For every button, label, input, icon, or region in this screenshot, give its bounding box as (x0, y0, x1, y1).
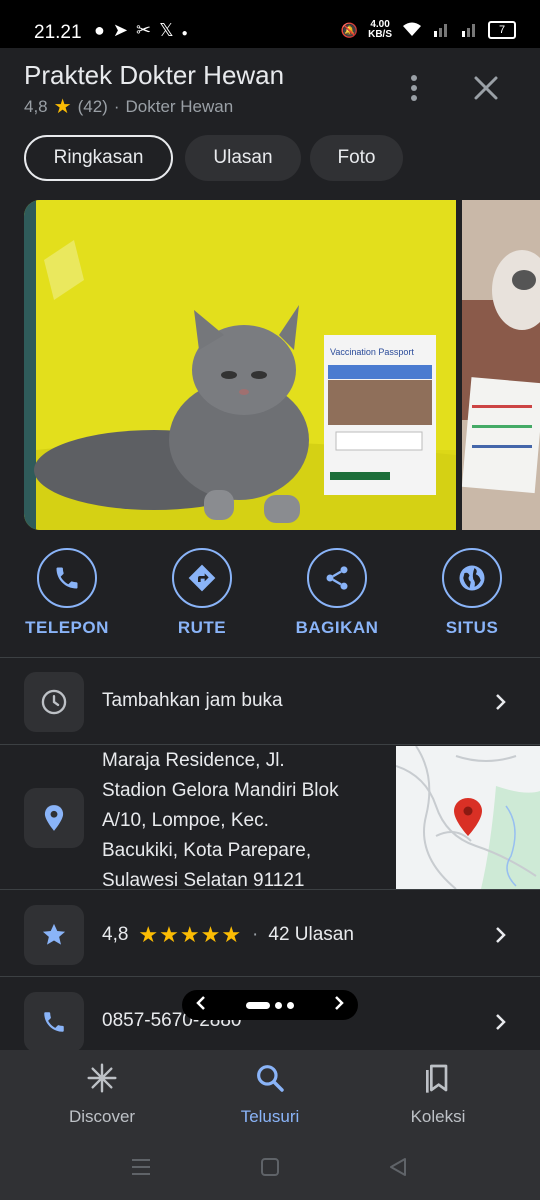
tab-foto[interactable]: Foto (310, 135, 403, 181)
hours-label: Tambahkan jam buka (102, 690, 283, 711)
nav-discover[interactable]: Discover (32, 1062, 172, 1127)
nav-koleksi-label: Koleksi (410, 1107, 466, 1126)
separator: · (113, 96, 120, 116)
screen-gesture-pill[interactable] (182, 990, 358, 1020)
chevron-right-icon[interactable] (332, 995, 346, 1016)
nav-koleksi[interactable]: Koleksi (368, 1062, 508, 1127)
chevron-right-icon (488, 923, 512, 947)
telegram-icon: ➤ (112, 20, 136, 40)
notification-icons: ●➤✂𝕏● (94, 20, 196, 41)
status-bar: 21.21 ●➤✂𝕏● 🔕 4.00 KB/S 7 (0, 0, 540, 48)
status-right: 🔕 4.00 KB/S 7 (341, 20, 516, 40)
recents-icon[interactable] (131, 1158, 151, 1181)
tab-ringkasan[interactable]: Ringkasan (24, 135, 173, 181)
phone-icon (37, 548, 97, 608)
photo-main[interactable]: Vaccination Passport (24, 200, 456, 530)
address-line: Bacukiki, Kota Parepare, (102, 840, 312, 861)
action-directions-label: RUTE (177, 618, 227, 637)
location-pin-icon (24, 788, 84, 848)
mute-icon: 🔕 (340, 21, 359, 38)
system-navigation-bar (0, 1138, 540, 1200)
directions-icon (172, 548, 232, 608)
battery-icon: 7 (488, 21, 516, 39)
close-icon (474, 76, 498, 100)
phone-icon (24, 992, 84, 1052)
place-category: Dokter Hewan (125, 96, 234, 116)
close-button[interactable] (468, 70, 504, 106)
x-icon: 𝕏 (159, 20, 182, 40)
place-subline: 4,8 ★ (42) · Dokter Hewan (24, 94, 233, 119)
place-title: Praktek Dokter Hewan (24, 60, 285, 90)
back-icon[interactable] (388, 1157, 408, 1182)
page-indicator (246, 1001, 294, 1009)
cat-photo: Vaccination Passport (24, 200, 456, 530)
tab-ulasan[interactable]: Ulasan (185, 135, 301, 181)
star-icon: ★ (53, 96, 72, 118)
action-website[interactable]: SITUS (407, 548, 537, 638)
chevron-left-icon[interactable] (194, 995, 208, 1016)
action-call-label: TELEPON (25, 618, 109, 637)
signal-icon (432, 21, 450, 40)
more-options-button[interactable] (400, 72, 428, 104)
address-text: Maraja Residence, Jl. Stadion Gelora Man… (102, 746, 382, 896)
photo-thumbnail (462, 200, 540, 530)
passport-title: Vaccination Passport (330, 347, 414, 357)
action-share-label: BAGIKAN (295, 618, 379, 637)
star-icon (24, 905, 84, 965)
map-thumbnail[interactable] (396, 746, 540, 889)
reviews-count: 42 Ulasan (268, 924, 354, 945)
signal-icon-2 (460, 21, 478, 40)
chevron-right-icon (488, 690, 512, 714)
review-count: (42) (77, 96, 108, 116)
rating-value: 4,8 (102, 924, 129, 945)
address-line: Stadion Gelora Mandiri Blok (102, 780, 339, 801)
action-share[interactable]: BAGIKAN (272, 548, 402, 638)
nav-telusuri-label: Telusuri (240, 1107, 300, 1126)
rating-summary: 4,8 ★★★★★ · 42 Ulasan (102, 922, 354, 948)
search-icon (257, 1065, 284, 1092)
rating-stars: ★★★★★ (138, 922, 243, 947)
chevron-right-icon (488, 1010, 512, 1034)
net-speed: 4.00 KB/S (368, 20, 392, 40)
more-vert-icon (411, 75, 417, 101)
bookmarks-icon (426, 1064, 448, 1093)
globe-icon (442, 548, 502, 608)
capcut-icon: ✂ (135, 20, 160, 40)
photo-secondary[interactable] (462, 200, 540, 530)
nav-discover-label: Discover (68, 1107, 136, 1126)
clock-icon (24, 672, 84, 732)
home-icon[interactable] (260, 1157, 280, 1182)
discover-icon (87, 1063, 117, 1093)
status-time: 21.21 (34, 22, 82, 43)
wifi-icon (402, 21, 422, 40)
net-speed-unit: KB/S (368, 29, 392, 40)
nav-telusuri[interactable]: Telusuri (200, 1062, 340, 1127)
share-icon (307, 548, 367, 608)
action-directions[interactable]: RUTE (137, 548, 267, 638)
separator: · (252, 924, 259, 945)
action-call[interactable]: TELEPON (2, 548, 132, 638)
dot-icon: ● (181, 28, 196, 39)
address-line: A/10, Lompoe, Kec. (102, 810, 269, 831)
action-website-label: SITUS (445, 618, 499, 637)
rating-value: 4,8 (24, 96, 48, 116)
address-line: Maraja Residence, Jl. (102, 750, 285, 771)
spotify-icon: ● (94, 20, 113, 40)
